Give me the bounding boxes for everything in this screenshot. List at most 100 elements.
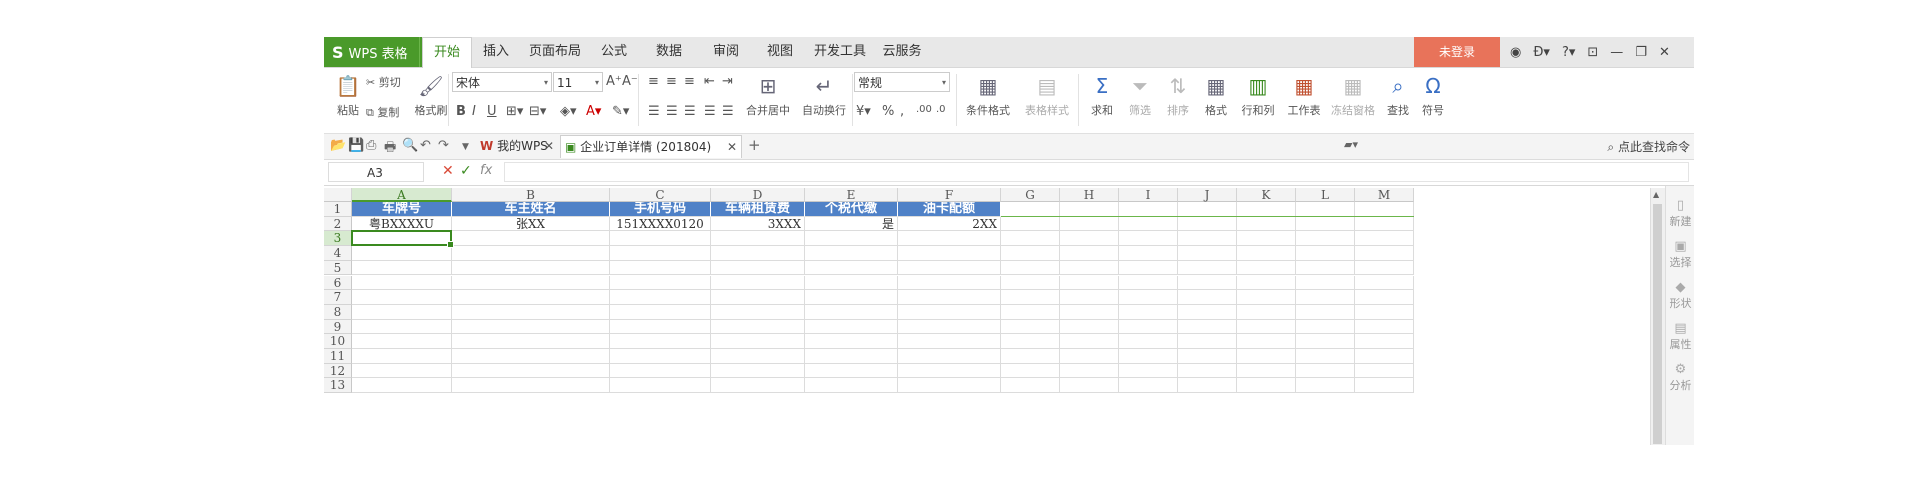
command-search[interactable]: ⌕ 点此查找命令 — [1607, 138, 1690, 155]
cell-f9[interactable] — [898, 319, 1001, 335]
cell-l4[interactable] — [1296, 246, 1355, 261]
task-pane-item[interactable]: ◆ 形状 — [1666, 280, 1694, 311]
header-cell[interactable]: 车牌号 — [352, 202, 452, 217]
border-style-icon[interactable]: ⊟▾ — [529, 104, 546, 119]
indent-left-icon[interactable]: ⇤ — [704, 74, 715, 89]
justify-icon[interactable]: ☰ — [704, 104, 716, 119]
cell-d13[interactable] — [711, 378, 805, 394]
cell-g8[interactable] — [1001, 304, 1060, 320]
tab-view[interactable]: 视图 — [754, 37, 806, 67]
number-format-select[interactable]: 常规 ▾ — [854, 72, 950, 92]
data-cell[interactable]: 151XXXX0120 — [610, 216, 711, 232]
cell-m4[interactable] — [1355, 246, 1414, 261]
tab-insert[interactable]: 插入 — [472, 37, 520, 67]
bold-icon[interactable]: B — [456, 104, 466, 119]
cell-l2[interactable] — [1296, 216, 1355, 232]
cell-j6[interactable] — [1178, 275, 1237, 291]
font-color-icon[interactable]: A▾ — [586, 104, 601, 119]
d-account-icon[interactable]: Ð▾ — [1533, 45, 1550, 60]
new-tab-plus-icon[interactable]: + — [748, 136, 761, 154]
cell-m6[interactable] — [1355, 275, 1414, 291]
column-header-k[interactable]: K — [1237, 188, 1296, 202]
column-header-m[interactable]: M — [1355, 188, 1414, 202]
cell-c12[interactable] — [610, 363, 711, 379]
cell-b7[interactable] — [452, 290, 610, 305]
cell-a12[interactable] — [352, 363, 452, 379]
cell-a10[interactable] — [352, 334, 452, 349]
cell-i1[interactable] — [1119, 202, 1178, 217]
cell-l7[interactable] — [1296, 290, 1355, 305]
print-icon[interactable]: 🖶 — [384, 138, 396, 160]
cell-h5[interactable] — [1060, 260, 1119, 276]
cell-j13[interactable] — [1178, 378, 1237, 394]
align-right-icon[interactable]: ☰ — [684, 104, 696, 119]
cell-l13[interactable] — [1296, 378, 1355, 394]
vertical-scrollbar[interactable]: ▲ — [1650, 188, 1665, 445]
row-header-10[interactable]: 10 — [324, 334, 352, 349]
cell-g10[interactable] — [1001, 334, 1060, 349]
cell-f8[interactable] — [898, 304, 1001, 320]
cell-i11[interactable] — [1119, 349, 1178, 364]
cell-h11[interactable] — [1060, 349, 1119, 364]
align-bottom-icon[interactable]: ≡ — [684, 74, 695, 89]
align-middle-icon[interactable]: ≡ — [666, 74, 677, 89]
align-center-icon[interactable]: ☰ — [666, 104, 678, 119]
merge-center-button[interactable]: ⊞ 合并居中 — [740, 72, 796, 118]
cell-d4[interactable] — [711, 246, 805, 261]
cell-a9[interactable] — [352, 319, 452, 335]
cell-k5[interactable] — [1237, 260, 1296, 276]
cell-l10[interactable] — [1296, 334, 1355, 349]
scrollbar-thumb[interactable] — [1653, 204, 1662, 444]
cell-d6[interactable] — [711, 275, 805, 291]
cell-b8[interactable] — [452, 304, 610, 320]
column-header-h[interactable]: H — [1060, 188, 1119, 202]
cell-k6[interactable] — [1237, 275, 1296, 291]
cell-j2[interactable] — [1178, 216, 1237, 232]
tab-data[interactable]: 数据 — [640, 37, 698, 67]
header-cell[interactable]: 手机号码 — [610, 202, 711, 217]
cell-d5[interactable] — [711, 260, 805, 276]
cell-i12[interactable] — [1119, 363, 1178, 379]
cell-g1[interactable] — [1001, 202, 1060, 217]
cell-b5[interactable] — [452, 260, 610, 276]
tab-page-layout[interactable]: 页面布局 — [522, 37, 588, 67]
row-col-button[interactable]: ▥ 行和列 — [1236, 72, 1280, 118]
cell-l3[interactable] — [1296, 231, 1355, 247]
cell-d10[interactable] — [711, 334, 805, 349]
cell-b4[interactable] — [452, 246, 610, 261]
cell-f12[interactable] — [898, 363, 1001, 379]
close-icon[interactable]: ✕ — [1659, 45, 1670, 60]
symbol-button[interactable]: Ω 符号 — [1418, 72, 1448, 118]
cell-c7[interactable] — [610, 290, 711, 305]
cell-d12[interactable] — [711, 363, 805, 379]
currency-icon[interactable]: ¥▾ — [856, 104, 871, 119]
cell-b13[interactable] — [452, 378, 610, 394]
scroll-up-icon[interactable]: ▲ — [1653, 190, 1659, 199]
align-top-icon[interactable]: ≡ — [648, 74, 659, 89]
wps-app-menu-button[interactable]: S WPS 表格 ▾ — [324, 37, 436, 67]
cell-k4[interactable] — [1237, 246, 1296, 261]
tab-home[interactable]: 开始 — [422, 37, 472, 69]
cell-k10[interactable] — [1237, 334, 1296, 349]
cell-h10[interactable] — [1060, 334, 1119, 349]
cell-h4[interactable] — [1060, 246, 1119, 261]
border-icon[interactable]: ⊞▾ — [506, 104, 523, 119]
cell-a7[interactable] — [352, 290, 452, 305]
cell-a3[interactable] — [352, 231, 452, 247]
cell-h2[interactable] — [1060, 216, 1119, 232]
column-header-e[interactable]: E — [805, 188, 898, 202]
task-pane-item[interactable]: ▤ 属性 — [1666, 321, 1694, 352]
column-header-b[interactable]: B — [452, 188, 610, 202]
decrease-decimal-icon[interactable]: .0 — [936, 104, 946, 115]
cell-e8[interactable] — [805, 304, 898, 320]
cell-m12[interactable] — [1355, 363, 1414, 379]
conditional-format-button[interactable]: ▦ 条件格式 — [960, 72, 1016, 118]
font-size-select[interactable]: 11 ▾ — [553, 72, 603, 92]
cell-e9[interactable] — [805, 319, 898, 335]
cell-m9[interactable] — [1355, 319, 1414, 335]
task-pane-item[interactable]: ▯ 新建 — [1666, 198, 1694, 229]
cell-k12[interactable] — [1237, 363, 1296, 379]
cell-h1[interactable] — [1060, 202, 1119, 217]
feedback-icon[interactable]: ▰▾ — [1344, 138, 1358, 151]
cell-m5[interactable] — [1355, 260, 1414, 276]
